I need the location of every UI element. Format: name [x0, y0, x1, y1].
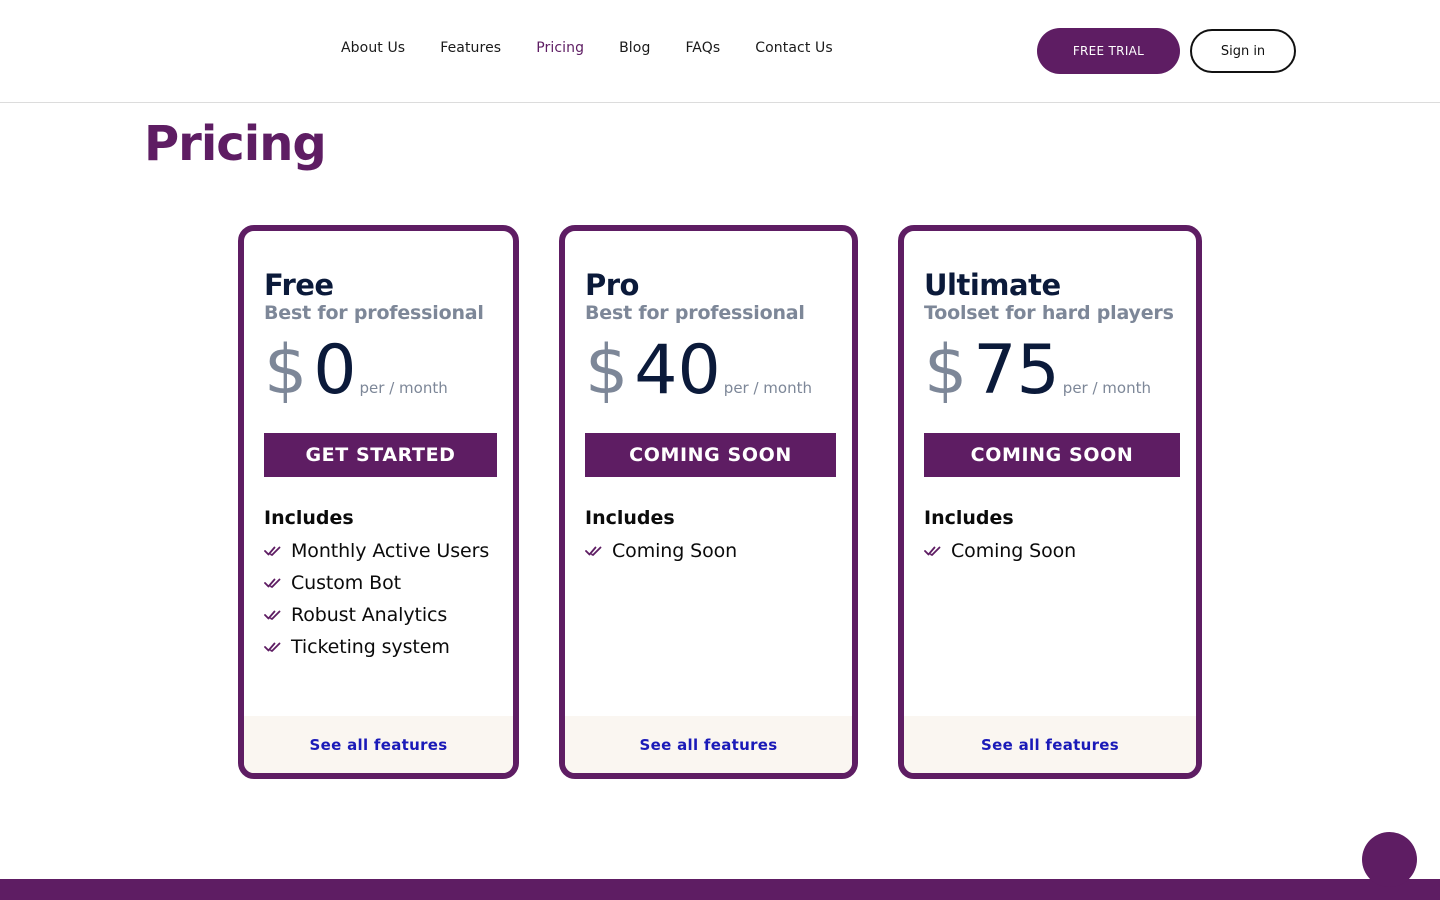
- plan-subtitle: Best for professional: [264, 302, 484, 324]
- feature-list: Coming Soon: [924, 535, 1180, 567]
- card-footer: See all features: [904, 716, 1196, 773]
- list-item: Monthly Active Users: [264, 535, 497, 567]
- see-all-features-link[interactable]: See all features: [640, 736, 778, 754]
- main-nav: About Us Features Pricing Blog FAQs Cont…: [341, 40, 833, 56]
- nav-about-us[interactable]: About Us: [341, 40, 405, 56]
- double-check-icon: [924, 546, 941, 556]
- price-amount: 75: [973, 331, 1060, 410]
- feature-text: Coming Soon: [951, 540, 1077, 562]
- pricing-card-pro: Pro Best for professional $ 40 per / mon…: [559, 225, 858, 779]
- currency-symbol: $: [924, 331, 968, 410]
- footer-band: [0, 879, 1440, 900]
- nav-contact-us[interactable]: Contact Us: [755, 40, 832, 56]
- currency-symbol: $: [585, 331, 629, 410]
- includes-heading: Includes: [264, 507, 354, 529]
- card-footer: See all features: [244, 716, 513, 773]
- list-item: Coming Soon: [924, 535, 1180, 567]
- price-period: per / month: [359, 379, 448, 397]
- price-period: per / month: [723, 379, 812, 397]
- plan-name: Pro: [585, 268, 639, 302]
- see-all-features-link[interactable]: See all features: [310, 736, 448, 754]
- double-check-icon: [264, 578, 281, 588]
- feature-list: Monthly Active Users Custom Bot Robust A…: [264, 535, 497, 663]
- price-period: per / month: [1062, 379, 1151, 397]
- list-item: Robust Analytics: [264, 599, 497, 631]
- plan-subtitle: Best for professional: [585, 302, 805, 324]
- price-row: $ 40 per / month: [585, 331, 836, 411]
- feature-text: Robust Analytics: [291, 604, 448, 626]
- list-item: Coming Soon: [585, 535, 836, 567]
- price-row: $ 75 per / month: [924, 331, 1180, 411]
- coming-soon-button[interactable]: COMING SOON: [585, 433, 836, 477]
- double-check-icon: [264, 610, 281, 620]
- page-title: Pricing: [144, 116, 327, 172]
- card-body: Free Best for professional $ 0 per / mon…: [264, 267, 497, 663]
- price-amount: 0: [313, 331, 357, 410]
- get-started-button[interactable]: GET STARTED: [264, 433, 497, 477]
- plan-name: Free: [264, 268, 334, 302]
- nav-features[interactable]: Features: [440, 40, 501, 56]
- card-body: Ultimate Toolset for hard players $ 75 p…: [924, 267, 1180, 567]
- double-check-icon: [264, 642, 281, 652]
- currency-symbol: $: [264, 331, 308, 410]
- feature-text: Monthly Active Users: [291, 540, 490, 562]
- price-amount: 40: [634, 331, 721, 410]
- plan-subtitle: Toolset for hard players: [924, 302, 1174, 324]
- price-row: $ 0 per / month: [264, 331, 497, 411]
- double-check-icon: [264, 546, 281, 556]
- card-footer: See all features: [565, 716, 852, 773]
- see-all-features-link[interactable]: See all features: [981, 736, 1119, 754]
- list-item: Custom Bot: [264, 567, 497, 599]
- chat-widget-button[interactable]: [1362, 832, 1417, 887]
- top-navbar: About Us Features Pricing Blog FAQs Cont…: [0, 0, 1440, 103]
- nav-faqs[interactable]: FAQs: [685, 40, 720, 56]
- feature-text: Coming Soon: [612, 540, 738, 562]
- includes-heading: Includes: [924, 507, 1014, 529]
- free-trial-button[interactable]: FREE TRIAL: [1037, 28, 1180, 74]
- pricing-card-ultimate: Ultimate Toolset for hard players $ 75 p…: [898, 225, 1202, 779]
- feature-text: Custom Bot: [291, 572, 401, 594]
- list-item: Ticketing system: [264, 631, 497, 663]
- nav-pricing[interactable]: Pricing: [536, 40, 584, 56]
- feature-text: Ticketing system: [291, 636, 450, 658]
- plan-name: Ultimate: [924, 268, 1061, 302]
- feature-list: Coming Soon: [585, 535, 836, 567]
- includes-heading: Includes: [585, 507, 675, 529]
- card-body: Pro Best for professional $ 40 per / mon…: [585, 267, 836, 567]
- double-check-icon: [585, 546, 602, 556]
- nav-blog[interactable]: Blog: [619, 40, 650, 56]
- coming-soon-button[interactable]: COMING SOON: [924, 433, 1180, 477]
- sign-in-button[interactable]: Sign in: [1190, 29, 1296, 73]
- pricing-card-free: Free Best for professional $ 0 per / mon…: [238, 225, 519, 779]
